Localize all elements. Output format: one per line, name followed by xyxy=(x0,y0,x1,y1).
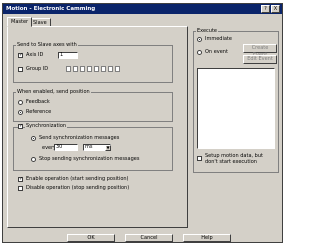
tab-master[interactable]: Master xyxy=(7,17,33,27)
synchronization-label: Synchronization xyxy=(25,123,68,129)
help-label: Help xyxy=(201,235,213,241)
feedback-radio[interactable] xyxy=(18,100,23,105)
group-id-bit-5[interactable] xyxy=(94,66,99,72)
group-id-bit-8[interactable] xyxy=(115,66,120,72)
send-position-title: When enabled, send position xyxy=(16,89,91,95)
group-id-checkbox[interactable] xyxy=(18,67,23,72)
help-title-button[interactable]: ? xyxy=(261,5,270,13)
help-button[interactable]: Help xyxy=(183,234,231,242)
axis-id-input[interactable]: 1 xyxy=(58,52,78,59)
check-mark-icon: ✓ xyxy=(19,176,24,182)
disable-operation-checkbox[interactable] xyxy=(18,186,23,191)
send-sync-radio[interactable] xyxy=(31,136,36,141)
on-event-label: On event xyxy=(205,49,228,55)
cancel-label: Cancel xyxy=(140,235,158,241)
cancel-button[interactable]: Cancel xyxy=(125,234,173,242)
close-icon: X xyxy=(273,6,278,12)
enable-operation-checkbox[interactable]: ✓ xyxy=(18,177,23,182)
check-mark-icon: ✓ xyxy=(19,52,24,58)
check-mark-icon: ✓ xyxy=(19,123,24,129)
stop-sync-label: Stop sending synchronization messages xyxy=(39,156,140,162)
unit-dropdown-button[interactable]: ▼ xyxy=(105,144,111,151)
axis-id-checkbox[interactable]: ✓ xyxy=(18,53,23,58)
edit-event-button[interactable]: Edit Event xyxy=(243,55,277,64)
ok-label: OK xyxy=(87,235,95,241)
chevron-down-icon: ▼ xyxy=(106,144,110,150)
setup-only-label: Setup motion data, but don't start execu… xyxy=(205,153,263,165)
disable-operation-label: Disable operation (stop sending position… xyxy=(26,185,130,191)
every-input[interactable]: 30 xyxy=(54,144,78,151)
group-id-bit-6[interactable] xyxy=(101,66,106,72)
send-to-slave-title: Send to Slave axes with xyxy=(16,42,78,48)
on-event-radio[interactable] xyxy=(197,50,202,55)
title-bar[interactable]: Motion - Electronic Camming xyxy=(3,4,282,14)
group-id-bit-4[interactable] xyxy=(87,66,92,72)
group-id-bit-3[interactable] xyxy=(80,66,85,72)
send-sync-label: Send synchronization messages xyxy=(39,135,120,141)
group-id-label: Group ID xyxy=(26,66,49,72)
immediate-label: Immediate xyxy=(205,36,232,42)
group-id-bit-1[interactable] xyxy=(66,66,71,72)
group-id-bit-7[interactable] xyxy=(108,66,113,72)
create-event-button[interactable]: Create Event xyxy=(243,44,277,58)
help-icon: ? xyxy=(264,6,267,12)
group-id-bit-2[interactable] xyxy=(73,66,78,72)
reference-label: Reference xyxy=(26,109,52,115)
stop-sync-radio[interactable] xyxy=(31,157,36,162)
dialog-window: Motion - Electronic Camming ? X Master S… xyxy=(2,3,283,243)
immediate-radio[interactable] xyxy=(197,37,202,42)
feedback-label: Feedback xyxy=(26,99,50,105)
send-to-slave-group xyxy=(13,45,173,83)
close-button[interactable]: X xyxy=(271,5,280,13)
axis-id-label: Axis ID xyxy=(26,52,44,58)
enable-operation-label: Enable operation (start sending position… xyxy=(26,176,129,182)
synchronization-checkbox[interactable]: ✓ xyxy=(18,124,23,129)
window-title: Motion - Electronic Camming xyxy=(6,6,96,12)
reference-radio[interactable] xyxy=(18,110,23,115)
send-position-group xyxy=(13,92,173,122)
unit-value: ms xyxy=(85,144,93,150)
event-list[interactable] xyxy=(197,68,275,149)
execute-title: Execute xyxy=(196,28,218,34)
tab-master-label: Master xyxy=(11,19,29,25)
ok-button[interactable]: OK xyxy=(67,234,115,242)
tab-panel: Send to Slave axes with ✓ Axis ID 1 Grou… xyxy=(7,26,188,228)
setup-only-checkbox[interactable] xyxy=(197,156,202,161)
edit-event-label: Edit Event xyxy=(247,56,273,62)
